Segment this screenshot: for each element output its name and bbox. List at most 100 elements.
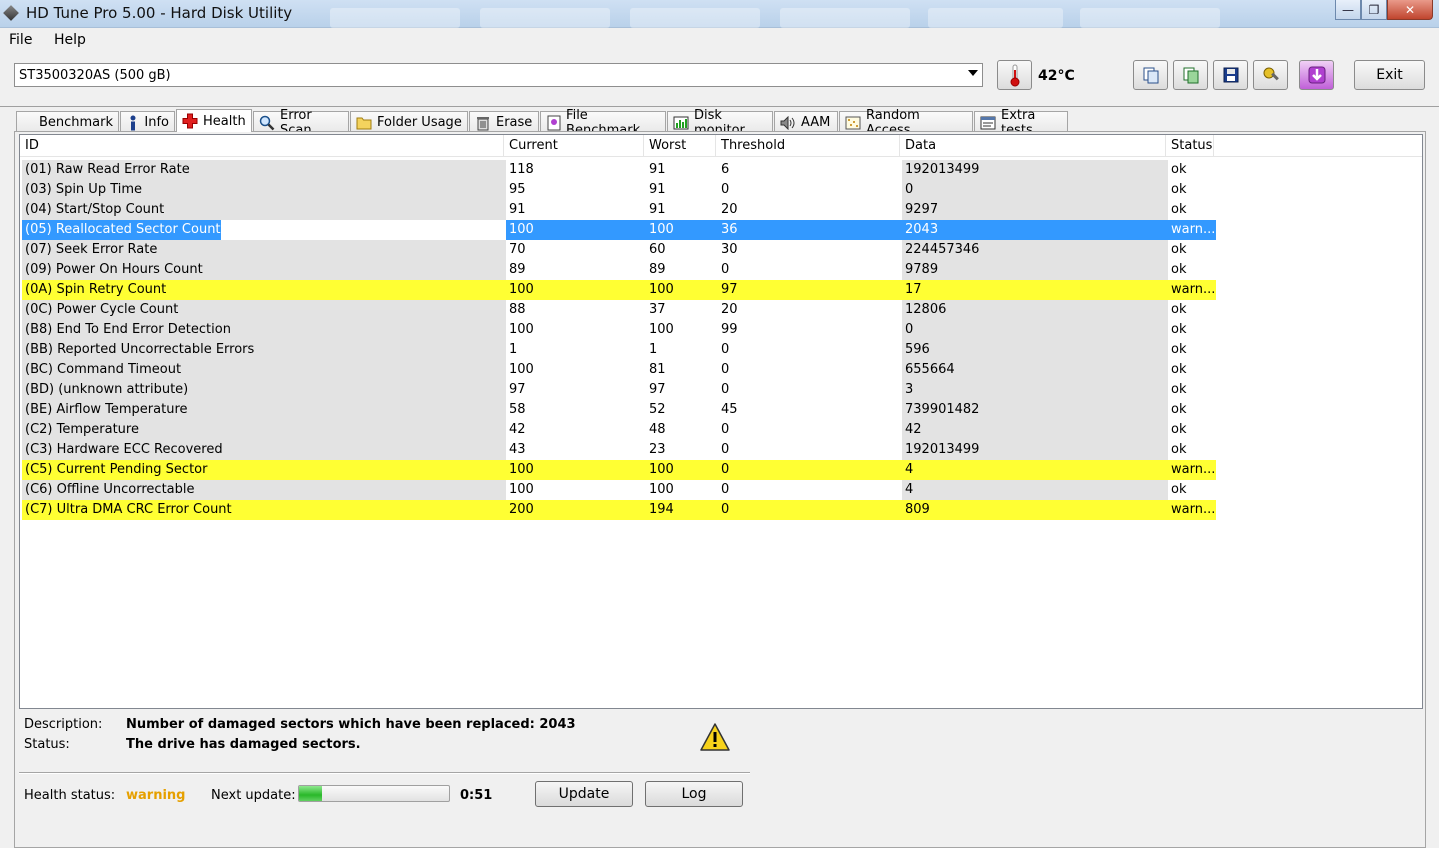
exit-button[interactable]: Exit <box>1354 60 1425 90</box>
table-row[interactable]: (BD) (unknown attribute) 97 97 0 3 ok <box>20 380 1214 400</box>
update-button[interactable]: Update <box>535 781 633 807</box>
download-button[interactable] <box>1299 60 1334 90</box>
header-id[interactable]: ID <box>20 135 504 157</box>
cell-worst: 1 <box>649 342 658 357</box>
background-taskbar-ghost <box>630 8 760 28</box>
copy-text-button[interactable] <box>1133 60 1168 90</box>
cell-id: (C7) Ultra DMA CRC Error Count <box>22 500 506 520</box>
cell-worst: 91 <box>649 162 666 177</box>
tab-info[interactable]: Info <box>120 111 175 133</box>
header-data[interactable]: Data <box>900 135 1166 157</box>
cell-data: 596 <box>902 340 1168 360</box>
options-button[interactable] <box>1253 60 1288 90</box>
disk-monitor-icon <box>673 115 689 131</box>
status-text: The drive has damaged sectors. <box>126 737 361 752</box>
cell-id: (05) Reallocated Sector Count <box>22 220 222 240</box>
copy-green-icon <box>1183 67 1198 84</box>
smart-attributes-list[interactable]: ID Current Worst Threshold Data Status (… <box>19 134 1423 709</box>
cell-threshold: 0 <box>721 482 730 497</box>
status-label: Status: <box>24 737 70 752</box>
cell-current: 1 <box>509 342 518 357</box>
menu-file[interactable]: File <box>9 32 32 48</box>
cell-status: warn... <box>1168 220 1216 240</box>
cell-threshold: 20 <box>721 302 738 317</box>
window-title: HD Tune Pro 5.00 - Hard Disk Utility <box>26 4 293 22</box>
cell-current: 200 <box>506 500 646 520</box>
tab-file-benchmark[interactable]: File Benchmark <box>540 108 666 138</box>
cell-worst: 60 <box>649 242 666 257</box>
cell-current: 42 <box>509 422 526 437</box>
table-row[interactable]: (C3) Hardware ECC Recovered 43 23 0 19201349… <box>20 440 1214 460</box>
table-row[interactable]: (04) Start/Stop Count 91 91 20 9297 ok <box>20 200 1214 220</box>
next-update-progress <box>298 785 450 802</box>
cell-data: 192013499 <box>902 160 1168 180</box>
tab-strip: Benchmark Info Health Error Scan Folder … <box>16 108 1069 138</box>
table-row[interactable]: (BB) Reported Uncorrectable Errors 1 1 0 596… <box>20 340 1214 360</box>
table-row[interactable]: (05) Reallocated Sector Count 100 100 36 204… <box>20 220 1216 240</box>
cell-id: (07) Seek Error Rate <box>22 240 506 260</box>
tab-label: Folder Usage <box>377 115 462 130</box>
header-worst[interactable]: Worst <box>644 135 716 157</box>
tab-erase[interactable]: Erase <box>469 111 539 133</box>
header-threshold[interactable]: Threshold <box>716 135 900 157</box>
cell-current: 43 <box>509 442 526 457</box>
tab-label: Benchmark <box>38 115 113 130</box>
table-row[interactable]: (03) Spin Up Time 95 91 0 0 ok <box>20 180 1214 200</box>
tab-random-access[interactable]: Random Access <box>839 108 973 138</box>
health-panel: ID Current Worst Threshold Data Status (… <box>14 131 1426 848</box>
cell-status: ok <box>1171 382 1187 397</box>
cell-status: ok <box>1171 202 1187 217</box>
log-button[interactable]: Log <box>645 781 743 807</box>
table-row[interactable]: (C6) Offline Uncorrectable 100 100 0 4 ok <box>20 480 1214 500</box>
tab-health[interactable]: Health <box>176 109 252 132</box>
cell-worst: 52 <box>649 402 666 417</box>
cell-id: (B8) End To End Error Detection <box>22 320 506 340</box>
menu-help[interactable]: Help <box>54 32 86 48</box>
table-row[interactable]: (BC) Command Timeout 100 81 0 655664 ok <box>20 360 1214 380</box>
warning-triangle-icon <box>699 722 731 756</box>
cell-threshold: 0 <box>721 182 730 197</box>
cell-id: (C3) Hardware ECC Recovered <box>22 440 506 460</box>
background-taskbar-ghost <box>928 8 1063 28</box>
app-icon <box>3 5 19 21</box>
cell-status: warn... <box>1168 500 1216 520</box>
cell-current: 91 <box>509 202 526 217</box>
cell-id: (BC) Command Timeout <box>22 360 506 380</box>
background-taskbar-ghost <box>780 8 910 28</box>
table-row[interactable]: (BE) Airflow Temperature 58 52 45 739901482 o… <box>20 400 1214 420</box>
header-current[interactable]: Current <box>504 135 644 157</box>
background-taskbar-ghost <box>480 8 610 28</box>
table-row[interactable]: (09) Power On Hours Count 89 89 0 9789 ok <box>20 260 1214 280</box>
tab-aam[interactable]: AAM <box>774 111 838 133</box>
table-row[interactable]: (0A) Spin Retry Count 100 100 97 17 warn... <box>20 280 1216 300</box>
header-status[interactable]: Status <box>1166 135 1214 157</box>
tab-extra-tests[interactable]: Extra tests <box>974 108 1068 138</box>
tab-folder-usage[interactable]: Folder Usage <box>350 111 468 133</box>
cell-worst: 81 <box>649 362 666 377</box>
maximize-icon[interactable]: ❐ <box>1361 0 1387 20</box>
table-row[interactable]: (C7) Ultra DMA CRC Error Count 200 194 0 809… <box>20 500 1216 520</box>
temperature-button[interactable] <box>997 60 1032 90</box>
drive-select[interactable]: ST3500320AS (500 gB) <box>14 63 983 87</box>
cell-data: 0 <box>902 320 1168 340</box>
cell-id: (0C) Power Cycle Count <box>22 300 506 320</box>
table-row[interactable]: (B8) End To End Error Detection 100 100 99 0… <box>20 320 1214 340</box>
cell-current: 58 <box>509 402 526 417</box>
cell-threshold: 0 <box>721 262 730 277</box>
save-button[interactable] <box>1213 60 1248 90</box>
table-row[interactable]: (C2) Temperature 42 48 0 42 ok <box>20 420 1214 440</box>
close-icon[interactable]: ✕ <box>1387 0 1433 20</box>
tab-benchmark[interactable]: Benchmark <box>16 111 119 133</box>
minimize-icon[interactable]: — <box>1335 0 1361 20</box>
table-row[interactable]: (01) Raw Read Error Rate 118 91 6 192013499 o… <box>20 160 1214 180</box>
tab-disk-monitor[interactable]: Disk monitor <box>667 108 773 138</box>
folder-icon <box>356 115 372 131</box>
table-row[interactable]: (C5) Current Pending Sector 100 100 0 4 warn.… <box>20 460 1216 480</box>
table-row[interactable]: (07) Seek Error Rate 70 60 30 224457346 ok <box>20 240 1214 260</box>
cell-current: 118 <box>509 162 534 177</box>
tab-error-scan[interactable]: Error Scan <box>253 108 349 138</box>
chevron-down-icon[interactable] <box>968 70 978 76</box>
table-row[interactable]: (0C) Power Cycle Count 88 37 20 12806 ok <box>20 300 1214 320</box>
cell-current: 88 <box>509 302 526 317</box>
copy-screenshot-button[interactable] <box>1173 60 1208 90</box>
